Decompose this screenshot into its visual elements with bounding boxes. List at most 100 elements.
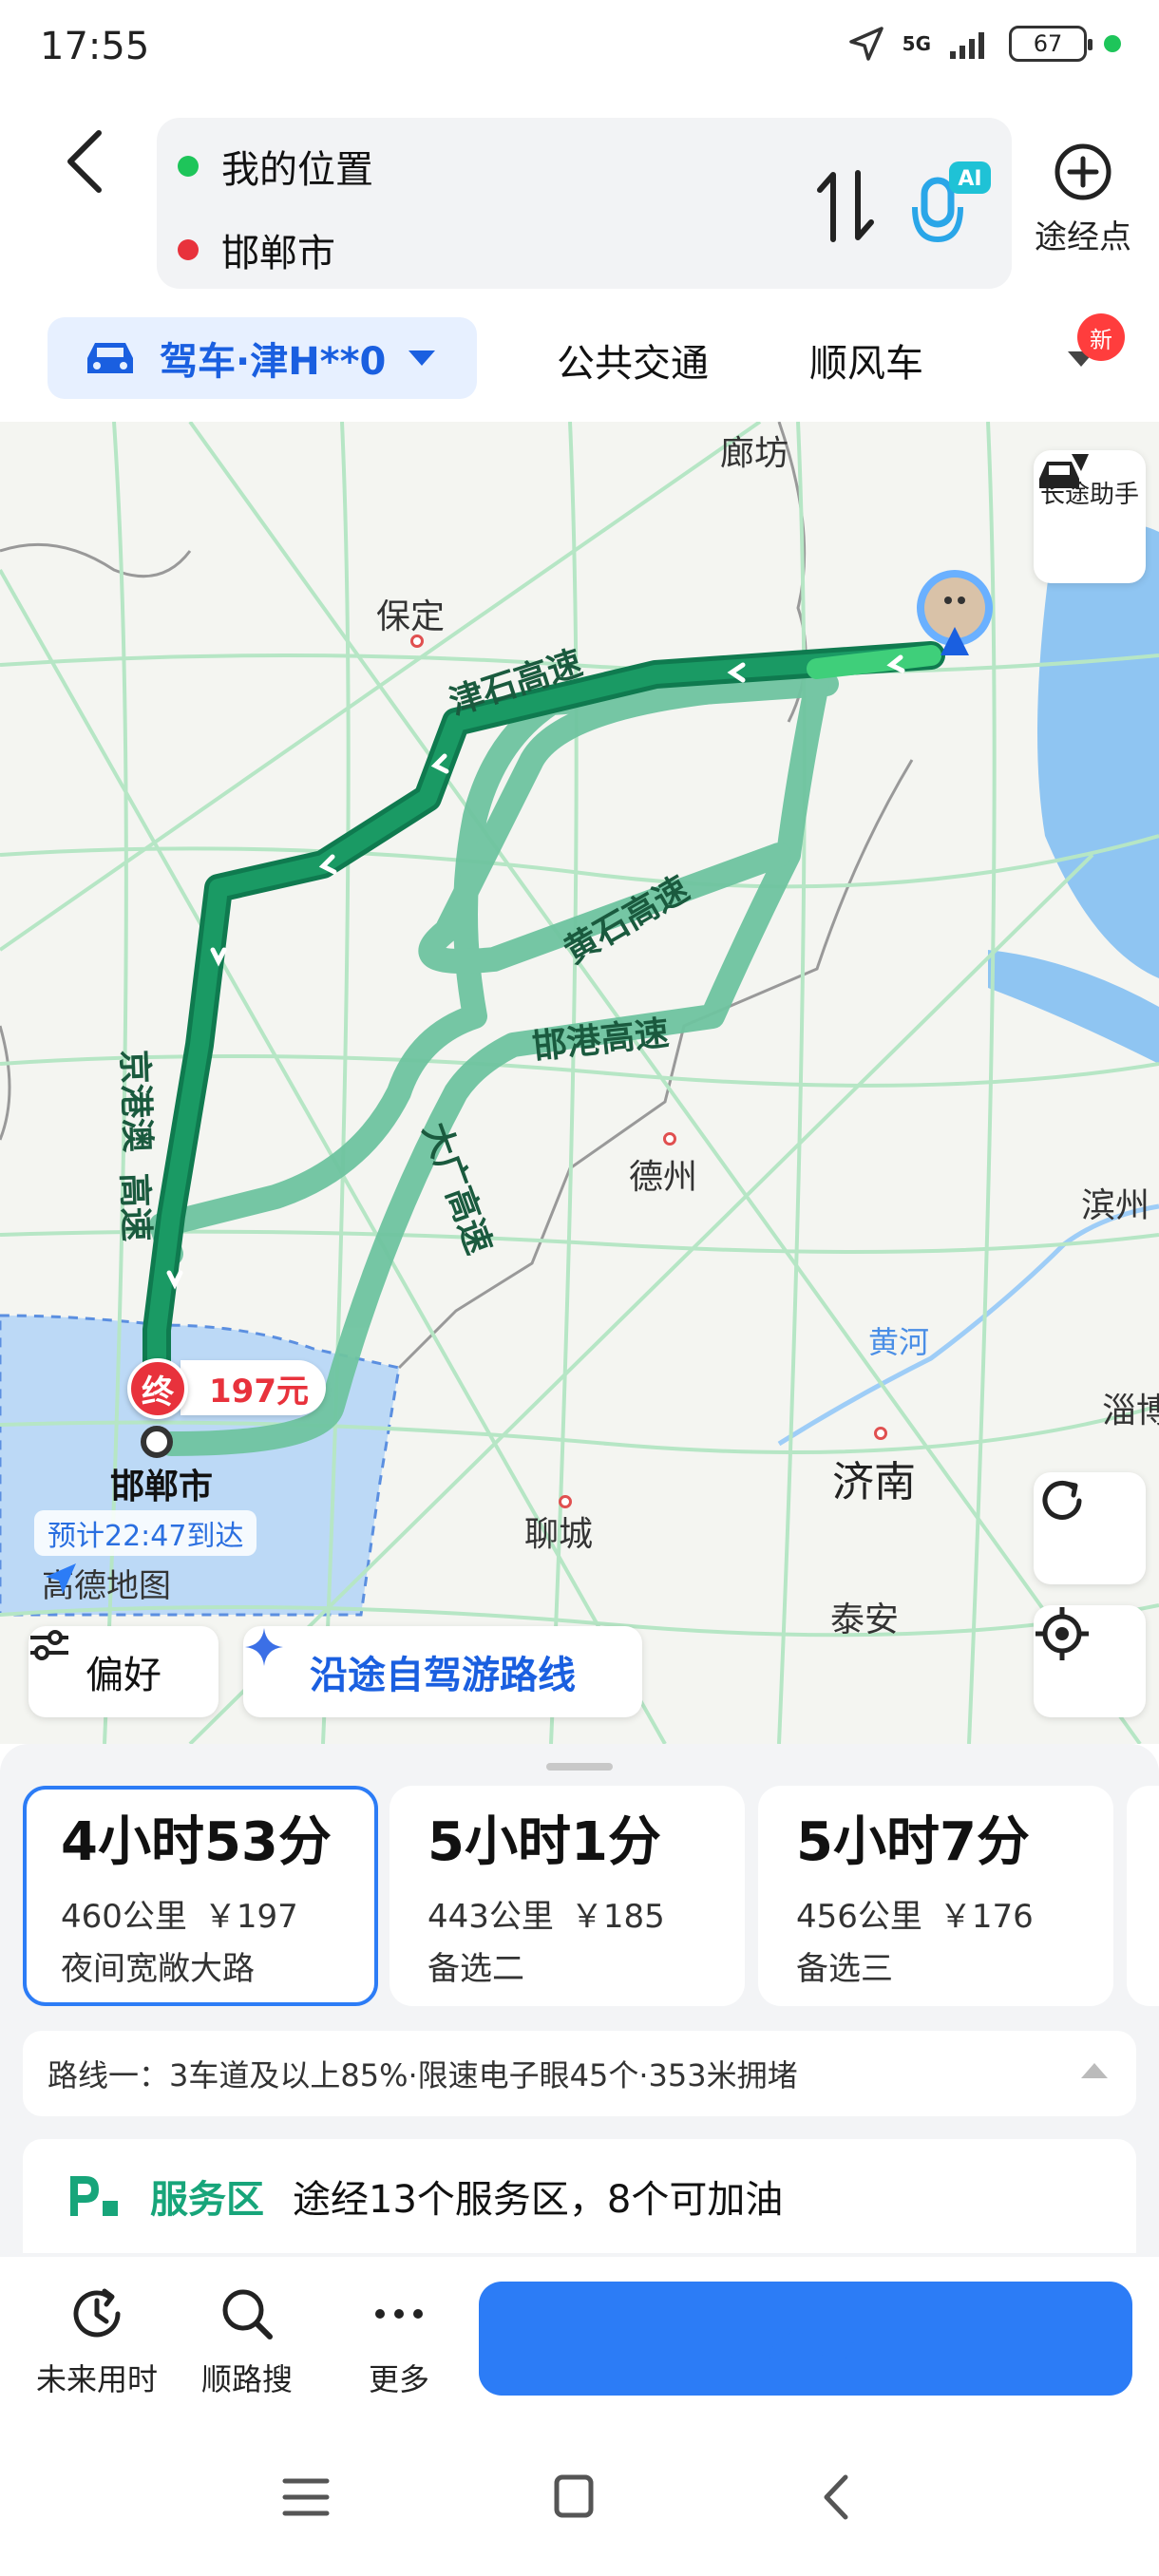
refresh-button[interactable] bbox=[1034, 1472, 1146, 1584]
route-option-3[interactable]: 5小时7分 456公里 ￥176 备选三 bbox=[758, 1786, 1113, 2006]
sheet-handle[interactable] bbox=[546, 1763, 613, 1771]
origin-label: 我的位置 bbox=[221, 148, 373, 192]
locate-button[interactable] bbox=[1034, 1605, 1146, 1717]
add-waypoint-button[interactable]: 途经点 bbox=[1026, 142, 1140, 257]
back-button[interactable] bbox=[57, 123, 124, 199]
route-input-box: 我的位置 邯郸市 AI bbox=[157, 118, 1012, 289]
caret-up-icon bbox=[1081, 2063, 1108, 2078]
long-trip-car-icon bbox=[1039, 454, 1089, 488]
ai-badge-text: AI bbox=[958, 167, 981, 191]
refresh-icon bbox=[1042, 1480, 1082, 1520]
service-area-row[interactable]: 服务区 途经13个服务区，8个可加油 bbox=[23, 2139, 1136, 2253]
tab-carpool[interactable]: 顺风车 bbox=[809, 332, 923, 388]
route-tag: 备选二 bbox=[428, 1950, 524, 1988]
route-option-2[interactable]: 5小时1分 443公里 ￥185 备选二 bbox=[390, 1786, 745, 2006]
road-jinggangao-2: 高速 bbox=[114, 1172, 156, 1242]
road-jinggangao-1: 京港澳 bbox=[114, 1049, 157, 1153]
more-dots-icon bbox=[375, 2309, 423, 2319]
route-distance-cost: 456公里 ￥176 bbox=[796, 1890, 1113, 1937]
caret-down-icon bbox=[408, 350, 436, 366]
future-time-button[interactable]: 未来用时 bbox=[21, 2283, 173, 2399]
route-distance: 443公里 bbox=[428, 1898, 554, 1936]
place-jinan: 济南 bbox=[832, 1458, 916, 1506]
destination-row[interactable]: 邯郸市 bbox=[178, 222, 335, 277]
home-button[interactable] bbox=[545, 2473, 621, 2530]
search-along-label: 顺路搜 bbox=[200, 2361, 293, 2397]
new-badge: 新 bbox=[1077, 313, 1125, 361]
start-navigation-button[interactable]: 开始导航 bbox=[479, 2282, 1132, 2396]
liaocheng-dot bbox=[559, 1495, 572, 1508]
service-area-description: 途经13个服务区，8个可加油 bbox=[293, 2178, 784, 2222]
recents-button[interactable] bbox=[277, 2473, 353, 2530]
route-cost: ￥197 bbox=[203, 1898, 298, 1936]
preference-label: 偏好 bbox=[86, 1654, 162, 1697]
status-icons: 5G 67 bbox=[847, 25, 1121, 63]
search-icon bbox=[222, 2289, 273, 2339]
future-time-label: 未来用时 bbox=[35, 2361, 158, 2397]
drive-tab-label: 驾车·津H**0 bbox=[160, 340, 387, 384]
eta-label: 预计22:47到达 bbox=[34, 1510, 257, 1556]
search-along-button[interactable]: 顺路搜 bbox=[171, 2283, 323, 2399]
locate-icon bbox=[1036, 1607, 1089, 1660]
tab-drive[interactable]: 驾车·津H**0 bbox=[48, 317, 477, 399]
route-option-1[interactable]: 4小时53分 460公里 ￥197 夜间宽敞大路 bbox=[23, 1786, 378, 2006]
route-distance: 460公里 bbox=[61, 1898, 187, 1936]
route-time: 5小时7分 bbox=[796, 1811, 1030, 1873]
map-destination-name: 邯郸市 bbox=[110, 1468, 214, 1506]
battery-level: 67 bbox=[1033, 30, 1063, 57]
menu-icon bbox=[282, 2478, 330, 2516]
chevron-left-icon bbox=[824, 2474, 848, 2520]
swap-button[interactable] bbox=[812, 163, 879, 249]
bottom-action-bar: 未来用时 顺路搜 更多 开始导航 bbox=[0, 2257, 1159, 2424]
route-distance-cost: 443公里 ￥185 bbox=[428, 1890, 745, 1937]
privacy-dot bbox=[1104, 35, 1121, 52]
end-marker: 终 bbox=[127, 1358, 188, 1419]
sliders-icon bbox=[30, 1630, 68, 1660]
ai-voice-button[interactable]: AI bbox=[907, 156, 993, 251]
swap-arrows-icon bbox=[817, 170, 874, 242]
route-option-peek[interactable] bbox=[1127, 1786, 1159, 2006]
place-dezhou: 德州 bbox=[629, 1158, 698, 1197]
preference-button[interactable]: 偏好 bbox=[28, 1626, 218, 1717]
chevron-left-icon bbox=[67, 130, 102, 193]
selfdrive-label: 沿途自驾游路线 bbox=[310, 1654, 576, 1697]
route-info-row[interactable]: 路线一：3车道及以上85%·限速电子眼45个·353米拥堵 bbox=[23, 2031, 1136, 2116]
ai-microphone-icon: AI bbox=[912, 161, 991, 243]
service-area-label: 服务区 bbox=[150, 2178, 264, 2222]
route-map[interactable]: 廊坊 保定 德州 滨州 淄博 黄河 济南 聊城 泰安 津石高速 黄石高速 邯港高… bbox=[0, 422, 1159, 1744]
tab-transit[interactable]: 公共交通 bbox=[557, 332, 709, 388]
longtrip-assistant-button[interactable]: 长途助手 bbox=[1034, 450, 1146, 583]
nav-back-button[interactable] bbox=[808, 2473, 884, 2530]
place-baoding: 保定 bbox=[376, 597, 446, 636]
waypoint-label: 途经点 bbox=[1035, 218, 1131, 256]
selfdrive-route-button[interactable]: 沿途自驾游路线 bbox=[243, 1626, 642, 1717]
system-nav-bar bbox=[0, 2424, 1159, 2576]
place-yellow-river: 黄河 bbox=[868, 1324, 930, 1360]
place-taian: 泰安 bbox=[830, 1601, 900, 1639]
jinan-dot bbox=[874, 1427, 887, 1440]
route-distance: 456公里 bbox=[796, 1898, 922, 1936]
battery-icon: 67 bbox=[1009, 26, 1092, 62]
place-zibo: 淄博 bbox=[1102, 1392, 1159, 1430]
status-bar: 17:55 5G 67 bbox=[0, 0, 1159, 95]
sparkle-icon bbox=[245, 1628, 283, 1666]
route-tag: 夜间宽敞大路 bbox=[61, 1950, 255, 1988]
baoding-dot bbox=[410, 635, 424, 648]
amap-logo-icon bbox=[46, 1563, 76, 1594]
route-time: 5小时1分 bbox=[428, 1811, 661, 1873]
place-liaocheng: 聊城 bbox=[524, 1515, 594, 1554]
network-label: 5G bbox=[902, 32, 931, 55]
toll-price: 197元 bbox=[180, 1360, 326, 1415]
more-label: 更多 bbox=[368, 2361, 429, 2397]
route-tag: 备选三 bbox=[796, 1950, 893, 1988]
destination-label: 邯郸市 bbox=[221, 232, 335, 275]
more-button[interactable]: 更多 bbox=[323, 2283, 475, 2399]
amap-logo: 高德地图 bbox=[42, 1560, 171, 1606]
origin-row[interactable]: 我的位置 bbox=[178, 139, 373, 194]
signal-icon bbox=[950, 32, 984, 59]
car-icon bbox=[87, 343, 133, 373]
route-cost: ￥176 bbox=[939, 1898, 1034, 1936]
dezhou-dot bbox=[663, 1132, 676, 1146]
clock-icon bbox=[73, 2288, 121, 2338]
destination-dot bbox=[178, 239, 199, 260]
